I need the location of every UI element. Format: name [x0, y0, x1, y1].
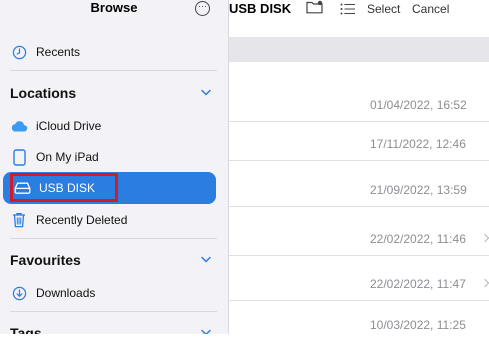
section-header-locations[interactable]: Locations	[10, 78, 215, 108]
icloud-icon	[5, 120, 33, 132]
more-options-icon[interactable]: ···	[195, 1, 210, 16]
ipad-icon	[5, 148, 33, 166]
chevron-down-icon	[201, 87, 211, 99]
sidebar-item-label: Downloads	[36, 286, 96, 300]
sidebar-item-downloads[interactable]: Downloads	[0, 277, 217, 309]
divider	[10, 70, 217, 71]
item-date: 22/02/2022, 11:47	[370, 277, 466, 291]
divider	[10, 311, 217, 312]
drive-icon	[8, 182, 36, 194]
list-view-icon[interactable]	[340, 2, 355, 20]
download-icon	[5, 286, 33, 301]
trash-icon	[5, 212, 33, 228]
section-header-favourites[interactable]: Favourites	[10, 245, 215, 275]
list-item[interactable]: 17/11/2022, 12:46	[229, 128, 489, 161]
chevron-down-icon	[201, 254, 211, 266]
list-item[interactable]: 22/02/2022, 11:46	[229, 223, 489, 256]
list-item[interactable]: 21/09/2022, 13:59	[229, 174, 489, 207]
search-bar[interactable]	[229, 37, 489, 62]
chevron-down-icon	[201, 327, 211, 334]
list-item[interactable]: 22/02/2022, 11:47	[229, 268, 489, 301]
toolbar: USB DISK Select Cancel	[229, 0, 489, 34]
sidebar-item-on-my-ipad[interactable]: On My iPad	[0, 141, 217, 173]
select-button[interactable]: Select	[367, 0, 400, 18]
sidebar-item-recently-deleted[interactable]: Recently Deleted	[0, 204, 217, 236]
item-date: 10/03/2022, 11:25	[370, 318, 466, 332]
sidebar-item-label: Recents	[36, 45, 81, 59]
item-date: 17/11/2022, 12:46	[370, 137, 466, 151]
sidebar: Browse ··· Recents Locations iCloud Driv…	[0, 0, 229, 334]
sidebar-item-icloud-drive[interactable]: iCloud Drive	[0, 110, 217, 142]
sidebar-item-recents[interactable]: Recents	[0, 36, 217, 68]
item-date: 21/09/2022, 13:59	[370, 183, 467, 197]
item-date: 01/04/2022, 16:52	[370, 98, 467, 112]
list-item[interactable]: 01/04/2022, 16:52	[229, 89, 489, 122]
section-title: Favourites	[10, 252, 81, 268]
clock-icon	[5, 45, 33, 60]
list-item[interactable]: 10/03/2022, 11:25	[229, 312, 489, 344]
new-folder-icon[interactable]	[306, 0, 324, 19]
sidebar-title: Browse	[90, 0, 138, 15]
sidebar-item-usb-disk[interactable]: USB DISK	[3, 172, 216, 204]
page-title: USB DISK	[229, 1, 292, 16]
section-title: Tags	[10, 325, 42, 334]
sidebar-item-label: On My iPad	[36, 150, 99, 164]
sidebar-item-label: iCloud Drive	[36, 119, 102, 133]
cancel-button[interactable]: Cancel	[412, 0, 449, 18]
item-date: 22/02/2022, 11:46	[370, 232, 466, 246]
sidebar-item-label: Recently Deleted	[36, 213, 128, 227]
divider	[10, 238, 217, 239]
section-title: Locations	[10, 85, 77, 101]
sidebar-item-label: USB DISK	[39, 181, 96, 195]
section-header-tags[interactable]: Tags	[10, 318, 215, 334]
